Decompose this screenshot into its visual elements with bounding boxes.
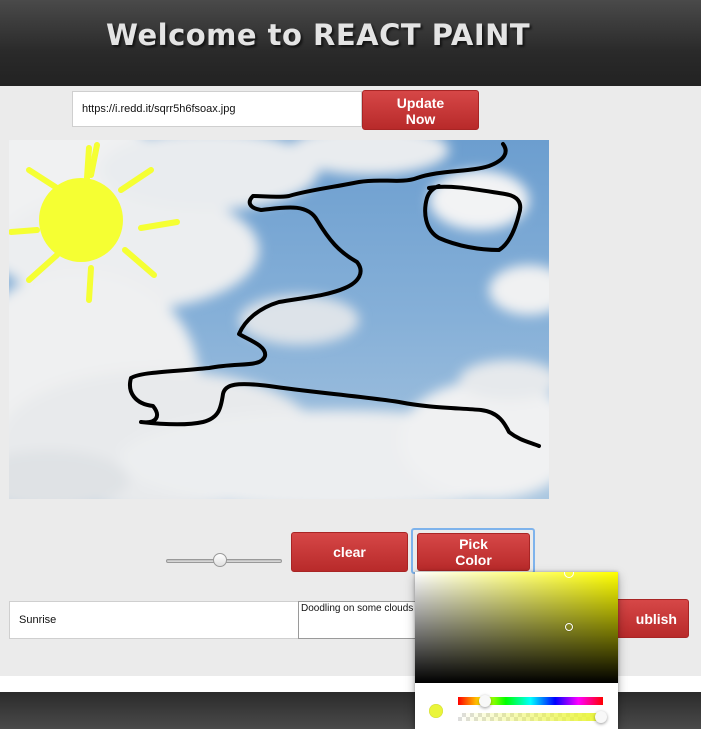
paint-canvas[interactable] bbox=[9, 140, 549, 499]
saturation-cursor[interactable] bbox=[565, 623, 573, 631]
pick-label-line1: Pick bbox=[459, 536, 488, 552]
description-textarea[interactable]: Doodling on some clouds bbox=[298, 601, 420, 639]
selected-color-swatch bbox=[429, 704, 443, 718]
publish-button-label: ublish bbox=[635, 610, 677, 627]
saturation-area[interactable] bbox=[415, 572, 618, 683]
clear-button[interactable]: clear bbox=[291, 532, 408, 572]
image-url-input[interactable] bbox=[72, 91, 362, 127]
update-now-button[interactable]: Update Now bbox=[362, 90, 479, 130]
brush-size-slider[interactable] bbox=[166, 552, 282, 570]
color-picker-popover[interactable] bbox=[415, 572, 618, 729]
title-input[interactable] bbox=[9, 601, 299, 639]
update-label-line1: Update bbox=[396, 95, 445, 111]
alpha-slider[interactable] bbox=[458, 713, 603, 721]
app-header: Welcome to REACT PAINT bbox=[0, 0, 701, 86]
canvas-drawing[interactable] bbox=[9, 140, 549, 499]
hue-slider-thumb[interactable] bbox=[479, 695, 491, 707]
pick-color-button[interactable]: Pick Color bbox=[417, 533, 530, 571]
pick-color-focus-ring: Pick Color bbox=[411, 528, 535, 574]
saturation-secondary-cursor bbox=[564, 572, 574, 578]
update-label-line2: Now bbox=[405, 111, 436, 127]
pick-label-line2: Color bbox=[455, 552, 492, 568]
slider-thumb[interactable] bbox=[213, 553, 227, 567]
page-title: Welcome to REACT PAINT bbox=[106, 18, 531, 52]
clear-button-label: clear bbox=[333, 544, 366, 560]
alpha-slider-thumb[interactable] bbox=[595, 711, 607, 723]
